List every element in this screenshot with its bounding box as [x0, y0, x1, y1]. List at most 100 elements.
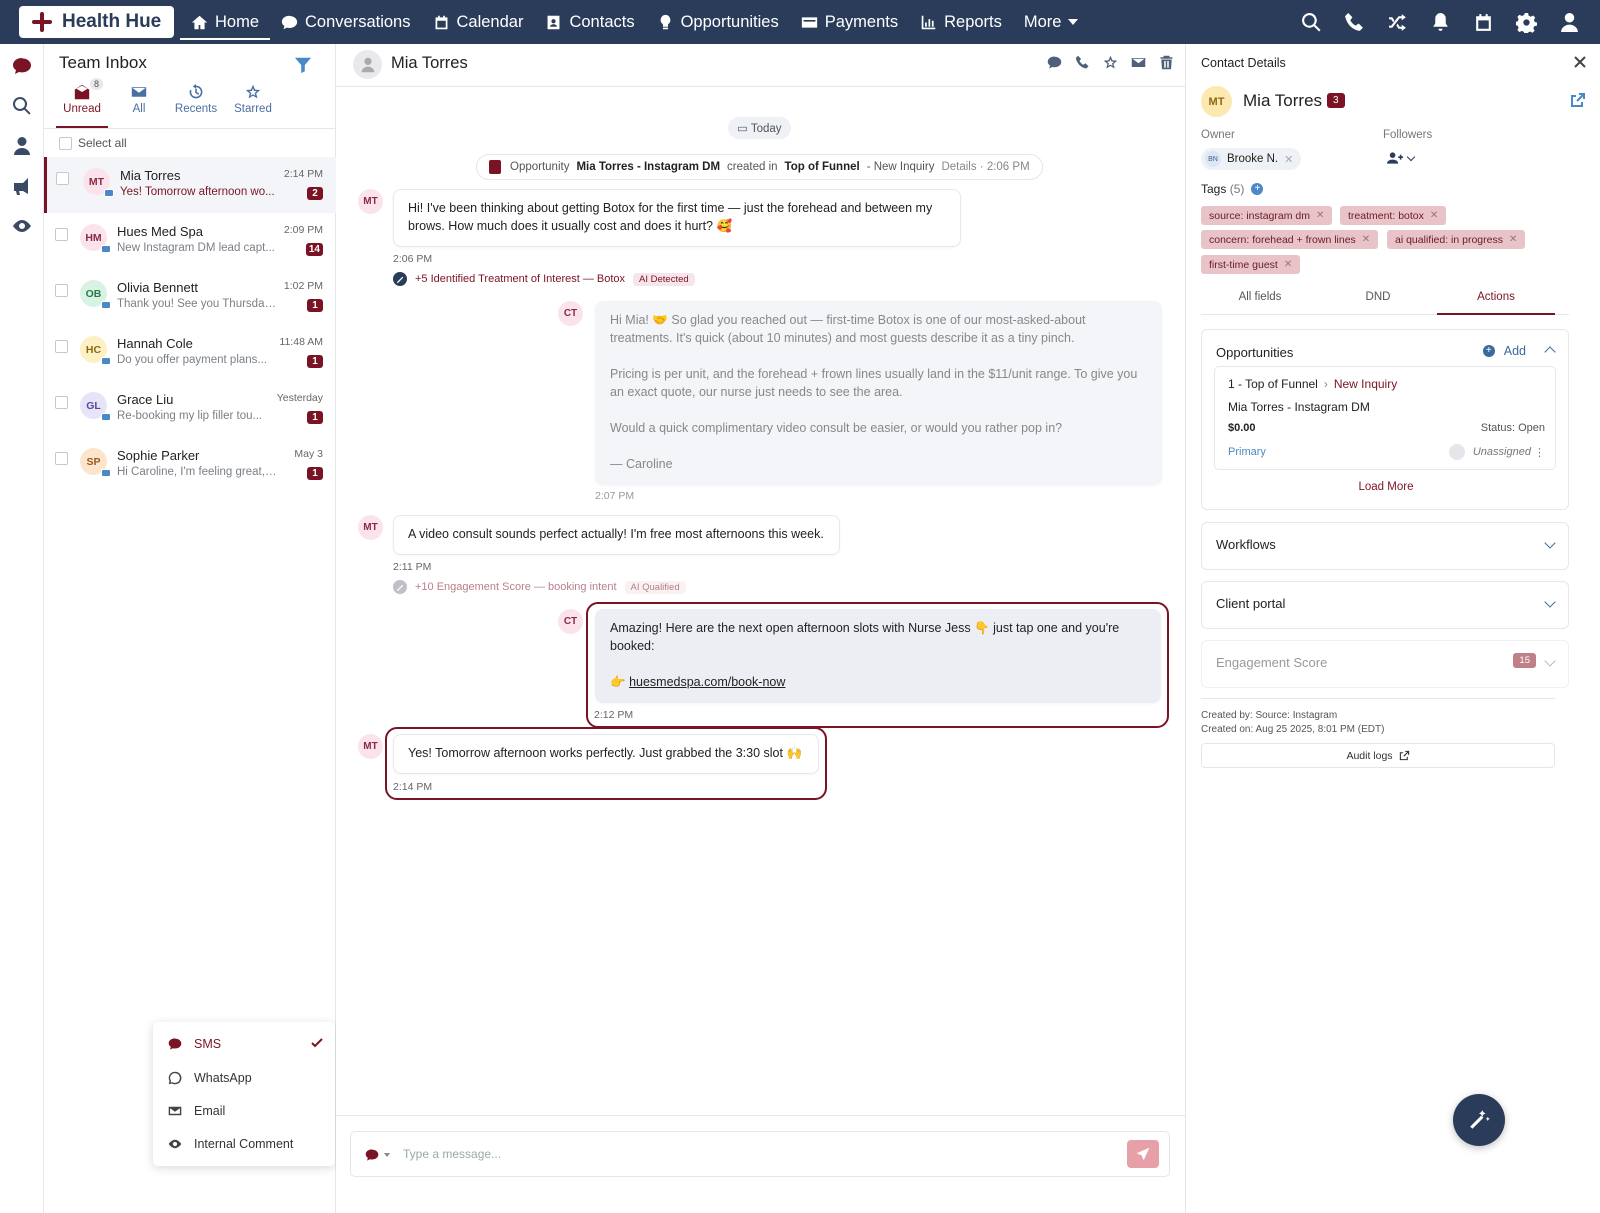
envelope-icon[interactable]: [1131, 55, 1146, 70]
nav-reports[interactable]: Reports: [909, 0, 1013, 44]
row-checkbox[interactable]: [55, 284, 68, 297]
phone-icon[interactable]: [1344, 12, 1365, 33]
message-preview: Hi Caroline, I'm feeling great, t...: [117, 466, 277, 478]
unread-badge: 14: [305, 243, 323, 256]
close-icon[interactable]: ✕: [1430, 210, 1438, 221]
tab-all-fields[interactable]: All fields: [1201, 291, 1319, 315]
contact-name: Grace Liu: [117, 392, 174, 407]
close-icon[interactable]: ✕: [1316, 210, 1324, 221]
close-icon[interactable]: ✕: [1284, 259, 1292, 270]
avatar: SP: [80, 448, 111, 477]
chevron-up-icon[interactable]: [1544, 346, 1556, 358]
rail-campaigns[interactable]: [12, 176, 32, 196]
ai-event: +5 Identified Treatment of Interest — Bo…: [393, 272, 695, 286]
channel-internal-comment[interactable]: Internal Comment: [168, 1134, 293, 1154]
plus-icon: +: [1482, 345, 1495, 357]
list-item[interactable]: HC Hannah Cole Do you offer payment plans.…: [44, 325, 336, 381]
shuffle-icon[interactable]: [1387, 12, 1408, 33]
select-all-checkbox[interactable]: [59, 136, 72, 150]
list-item[interactable]: SP Sophie Parker Hi Caroline, I'm feeling …: [44, 437, 336, 493]
tab-starred[interactable]: Starred: [227, 80, 279, 128]
channel-whatsapp[interactable]: WhatsApp: [168, 1068, 252, 1088]
filter-icon[interactable]: [294, 56, 312, 74]
row-checkbox[interactable]: [55, 396, 68, 409]
row-checkbox[interactable]: [55, 340, 68, 353]
row-checkbox[interactable]: [55, 452, 68, 465]
rail-contacts[interactable]: [12, 136, 32, 156]
eye-icon: [168, 1139, 182, 1149]
nav-calendar[interactable]: Calendar: [422, 0, 535, 44]
message-preview: Yes! Tomorrow afternoon wo...: [120, 186, 275, 198]
rail-search[interactable]: [12, 96, 32, 116]
channel-sms[interactable]: SMS: [168, 1034, 221, 1054]
whatsapp-icon: [168, 1071, 182, 1085]
workflows-card[interactable]: Workflows: [1201, 522, 1569, 570]
bell-icon[interactable]: [1430, 12, 1451, 33]
home-icon: [191, 15, 208, 29]
row-checkbox[interactable]: [56, 172, 69, 185]
opportunity-event[interactable]: Opportunity Mia Torres - Instagram DM cr…: [476, 154, 1043, 180]
star-icon[interactable]: [1103, 55, 1118, 70]
message-input[interactable]: Type a message...: [403, 1147, 501, 1161]
close-icon[interactable]: ✕: [1509, 234, 1517, 245]
channel-selector[interactable]: [365, 1147, 393, 1163]
select-all[interactable]: Select all: [59, 136, 127, 150]
channel-email[interactable]: Email: [168, 1101, 225, 1121]
owner-chip[interactable]: BN Brooke N. ✕: [1201, 148, 1302, 170]
nav-opportunities[interactable]: Opportunities: [646, 0, 790, 44]
trash-icon[interactable]: [1159, 55, 1174, 70]
external-link-icon[interactable]: [1570, 92, 1586, 108]
nav-payments[interactable]: Payments: [790, 0, 909, 44]
inbox-tabs: Unread 8 All Recents Starred: [56, 78, 284, 128]
calendar-icon[interactable]: [1473, 12, 1494, 33]
nav-contacts[interactable]: Contacts: [534, 0, 645, 44]
list-item[interactable]: GL Grace Liu Re-booking my lip filler tou.…: [44, 381, 336, 437]
search-icon: [13, 97, 31, 115]
load-more-button[interactable]: Load More: [1202, 481, 1570, 493]
ai-assist-button[interactable]: [1453, 1094, 1505, 1146]
ai-pill: AI Detected: [633, 272, 695, 286]
nav-more[interactable]: More: [1013, 0, 1090, 44]
tag[interactable]: ai qualified: in progress ✕: [1387, 230, 1526, 249]
tag[interactable]: treatment: botox ✕: [1340, 206, 1447, 225]
rail-conversations[interactable]: [12, 56, 32, 76]
phone-icon[interactable]: [1075, 55, 1090, 70]
list-item[interactable]: HM Hues Med Spa New Instagram DM lead capt…: [44, 213, 336, 269]
tab-dnd[interactable]: DND: [1319, 291, 1437, 315]
user-icon[interactable]: [1559, 12, 1580, 33]
created-by: Created by: Source: Instagram: [1201, 710, 1338, 721]
engagement-score-card[interactable]: Engagement Score 15: [1201, 640, 1569, 688]
message-time: May 3: [294, 448, 323, 460]
tag[interactable]: concern: forehead + frown lines ✕: [1201, 230, 1379, 249]
send-button[interactable]: [1127, 1140, 1159, 1168]
client-portal-card[interactable]: Client portal: [1201, 581, 1569, 629]
chat-icon[interactable]: [1047, 55, 1062, 70]
brand-logo[interactable]: Health Hue: [19, 6, 174, 38]
add-follower-button[interactable]: [1387, 151, 1416, 165]
tab-recents[interactable]: Recents: [170, 80, 222, 128]
add-user-icon: [1387, 152, 1403, 164]
gear-icon[interactable]: [1516, 12, 1537, 33]
tag[interactable]: first-time guest ✕: [1201, 255, 1301, 274]
audit-logs-button[interactable]: Audit logs: [1201, 743, 1555, 768]
contact-tabs: All fields DND Actions: [1201, 289, 1569, 315]
nav-home[interactable]: Home: [180, 0, 271, 44]
opportunity-item[interactable]: 1 - Top of Funnel › New Inquiry Mia Torres…: [1214, 366, 1556, 470]
close-icon[interactable]: ✕: [1284, 153, 1293, 166]
tab-unread[interactable]: Unread 8: [56, 78, 108, 128]
tab-actions[interactable]: Actions: [1437, 291, 1555, 315]
list-item[interactable]: MT Mia Torres Yes! Tomorrow afternoon wo..…: [44, 157, 336, 213]
close-icon[interactable]: ✕: [1362, 234, 1370, 245]
booking-link[interactable]: huesmedspa.com/book-now: [629, 675, 785, 689]
chat-icon: [281, 15, 298, 29]
add-tag-icon[interactable]: +: [1251, 183, 1264, 195]
nav-conversations[interactable]: Conversations: [270, 0, 421, 44]
close-icon[interactable]: [1574, 56, 1586, 68]
add-opportunity-button[interactable]: + Add: [1482, 344, 1526, 358]
row-checkbox[interactable]: [55, 228, 68, 241]
tag[interactable]: source: instagram dm ✕: [1201, 206, 1333, 225]
list-item[interactable]: OB Olivia Bennett Thank you! See you Thurs…: [44, 269, 336, 325]
tab-all[interactable]: All: [113, 80, 165, 128]
search-icon[interactable]: [1301, 12, 1322, 33]
rail-watch[interactable]: [12, 216, 32, 236]
